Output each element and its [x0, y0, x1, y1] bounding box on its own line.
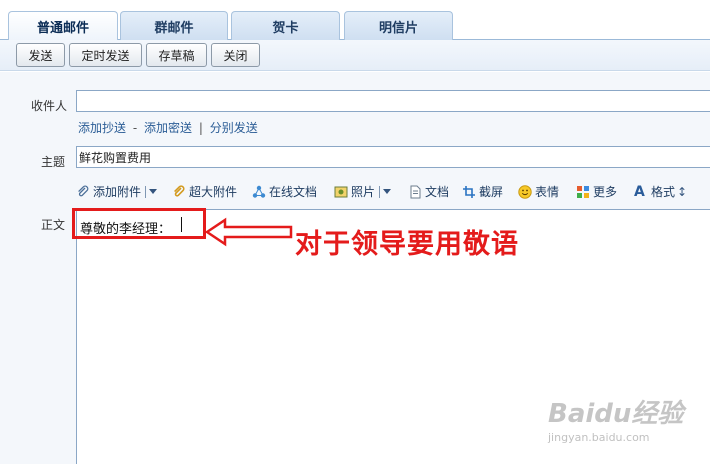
- format-toolbar: 添加附件 超大附件 在线文档 照片 文档 截屏 表情 更多 A 格式 ↕: [76, 181, 710, 201]
- document-button[interactable]: 文档: [408, 183, 449, 200]
- screenshot-label: 截屏: [479, 185, 504, 199]
- large-attachment-icon: [172, 184, 186, 199]
- emoji-icon: [518, 184, 532, 199]
- format-toggle-icon: ↕: [677, 184, 688, 199]
- emoji-button[interactable]: 表情: [518, 183, 559, 200]
- screenshot-icon: [462, 185, 476, 199]
- tab-group-mail[interactable]: 群邮件: [120, 11, 228, 40]
- large-attachment-button[interactable]: 超大附件: [172, 183, 237, 200]
- add-attachment-label: 添加附件: [93, 185, 142, 199]
- document-icon: [408, 185, 422, 199]
- baidu-watermark-logo: Baidu经验: [548, 399, 684, 429]
- annotation-note: 对于领导要用敬语: [295, 229, 519, 260]
- add-attachment-button[interactable]: 添加附件: [76, 183, 158, 200]
- body-label: 正文: [41, 218, 66, 232]
- photo-icon: [334, 185, 348, 199]
- more-button[interactable]: 更多: [576, 183, 617, 200]
- photo-label: 照片: [351, 185, 376, 199]
- attachment-dropdown-icon[interactable]: [149, 189, 158, 194]
- screenshot-button[interactable]: 截屏: [462, 183, 503, 200]
- divider: [379, 185, 381, 198]
- online-doc-icon: [252, 185, 266, 199]
- subject-label: 主题: [41, 155, 66, 169]
- format-label: 格式: [651, 185, 676, 199]
- tab-greeting-card[interactable]: 贺卡: [231, 11, 340, 40]
- format-icon: A: [634, 183, 645, 200]
- mail-type-tabs: 普通邮件 群邮件 贺卡 明信片: [0, 0, 710, 41]
- subject-input[interactable]: 鲜花购置费用: [76, 146, 710, 168]
- recipient-input[interactable]: [76, 90, 710, 112]
- format-button[interactable]: A 格式 ↕: [634, 183, 687, 200]
- link-bar: |: [198, 121, 203, 135]
- recipient-label: 收件人: [31, 99, 68, 113]
- send-button[interactable]: 发送: [16, 43, 65, 67]
- recipient-links: 添加抄送 - 添加密送 | 分别发送: [78, 119, 258, 136]
- online-doc-label: 在线文档: [269, 185, 318, 199]
- tab-normal-mail[interactable]: 普通邮件: [8, 11, 118, 41]
- document-label: 文档: [425, 185, 450, 199]
- highlight-box: [72, 208, 206, 239]
- emoji-label: 表情: [535, 185, 560, 199]
- photo-button[interactable]: 照片: [334, 183, 392, 200]
- add-bcc-link[interactable]: 添加密送: [144, 121, 192, 135]
- close-button[interactable]: 关闭: [211, 43, 260, 67]
- large-attachment-label: 超大附件: [189, 185, 238, 199]
- separate-send-link[interactable]: 分别发送: [210, 121, 258, 135]
- compose-toolbar: 发送 定时发送 存草稿 关闭: [0, 40, 710, 71]
- link-dash: -: [132, 121, 138, 135]
- divider: [145, 185, 147, 198]
- more-label: 更多: [593, 185, 618, 199]
- paperclip-icon: [76, 185, 90, 199]
- photo-dropdown-icon[interactable]: [383, 189, 392, 194]
- more-icon: [576, 185, 590, 199]
- annotation-arrow-icon: [205, 217, 293, 247]
- online-doc-button[interactable]: 在线文档: [252, 183, 317, 200]
- save-draft-button[interactable]: 存草稿: [146, 43, 207, 67]
- schedule-send-button[interactable]: 定时发送: [69, 43, 142, 67]
- add-cc-link[interactable]: 添加抄送: [78, 121, 126, 135]
- baidu-watermark-url: jingyan.baidu.com: [548, 431, 650, 444]
- tab-postcard[interactable]: 明信片: [344, 11, 453, 40]
